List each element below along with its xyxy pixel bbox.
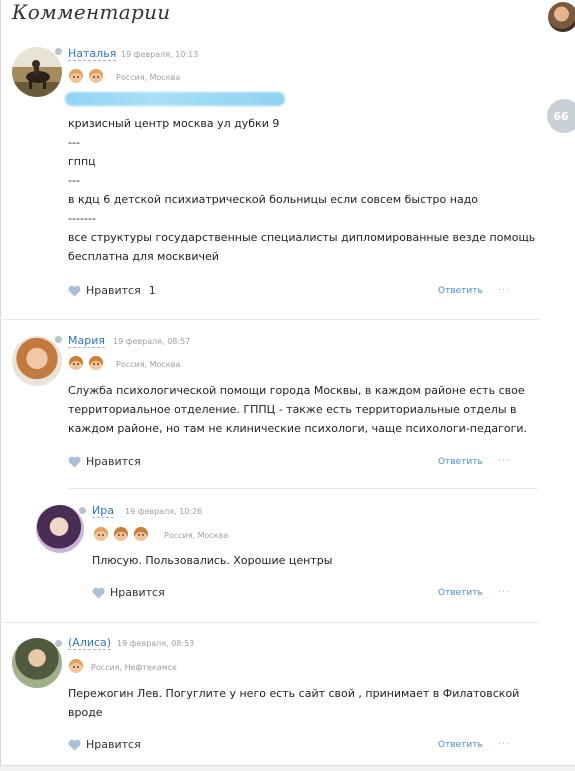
comment-date[interactable]: 19 февраля, 08:57 (113, 337, 190, 346)
reply-link[interactable]: Ответить (438, 286, 483, 296)
boy-face-icon (69, 356, 83, 370)
boy-face-icon (114, 527, 128, 541)
user-badges (94, 527, 148, 541)
divider (0, 622, 540, 623)
comment-line: все структуры государственные специалист… (68, 231, 536, 244)
girl-face-icon (89, 69, 103, 83)
comment-date[interactable]: 19 февраля, 08:53 (117, 639, 194, 648)
side-counter-badge[interactable]: 66 (547, 99, 575, 133)
comment-date[interactable]: 19 февраля, 10:26 (125, 507, 202, 516)
current-user-avatar[interactable] (548, 2, 575, 32)
user-badges (69, 356, 103, 370)
more-options-icon[interactable]: ··· (498, 739, 511, 750)
author-name[interactable]: (Алиса) (68, 636, 112, 650)
comment-line: Плюсую. Пользовались. Хорошие центры (92, 554, 333, 567)
reply-link[interactable]: Ответить (438, 740, 483, 750)
like-button[interactable]: Нравится 1 (68, 284, 156, 297)
author-name[interactable]: Наталья (68, 47, 117, 61)
like-button[interactable]: Нравится (68, 455, 141, 468)
user-location: Россия, Москва (116, 360, 181, 369)
user-location: Россия, Москва (164, 531, 229, 540)
avatar[interactable] (12, 336, 62, 386)
comment-text: кризисный центр москва ул дубки 9 --- гп… (68, 114, 535, 266)
status-dot (54, 639, 63, 648)
author-name[interactable]: Ира (92, 504, 114, 518)
comment-line: бесплатна для москвичей (68, 250, 219, 263)
divider (0, 319, 540, 320)
user-badges (69, 659, 83, 673)
like-button[interactable]: Нравится (68, 738, 141, 751)
comment-line: в кдц 6 детской психиатрической больницы… (68, 193, 479, 206)
girl-face-icon (69, 69, 83, 83)
comment-line: каждом районе, но там не клинические пси… (68, 422, 528, 435)
comment-line: территориальное отделение. ГППЦ - также … (68, 403, 517, 416)
redacted-link (65, 92, 285, 106)
comment-line: гппц (68, 155, 96, 168)
like-count: 1 (148, 284, 156, 297)
comment-line: вроде (68, 706, 103, 719)
author-name[interactable]: Мария (68, 334, 105, 348)
status-dot (78, 506, 87, 515)
comment-line: Служба психологической помощи города Мос… (68, 384, 525, 397)
divider (68, 488, 538, 489)
reply-link[interactable]: Ответить (438, 588, 483, 598)
window-bottom-edge (0, 765, 575, 771)
boy-face-icon (89, 356, 103, 370)
user-badges (69, 69, 103, 83)
like-label: Нравится (110, 586, 165, 599)
boy-face-icon (134, 527, 148, 541)
like-label: Нравится (86, 284, 141, 297)
like-label: Нравится (86, 455, 141, 468)
user-location: Россия, Нефтекамск (91, 663, 177, 672)
girl-face-icon (69, 659, 83, 673)
avatar[interactable] (36, 505, 84, 553)
comment-text: Пережогин Лев. Погуглите у него есть сай… (68, 684, 519, 722)
comment-line: ------- (68, 212, 96, 225)
like-label: Нравится (86, 738, 141, 751)
heart-icon (68, 739, 81, 751)
heart-icon (92, 587, 105, 599)
status-dot (54, 335, 63, 344)
reply-link[interactable]: Ответить (438, 457, 483, 467)
status-dot (54, 47, 63, 56)
page-title: Комментарии (12, 0, 171, 24)
like-button[interactable]: Нравится (92, 586, 165, 599)
more-options-icon[interactable]: ··· (498, 456, 511, 467)
comment-line: Пережогин Лев. Погуглите у него есть сай… (68, 687, 520, 700)
window-edge (0, 0, 1, 770)
user-location: Россия, Москва (116, 73, 181, 82)
girl-face-icon (94, 527, 108, 541)
comment-text: Служба психологической помощи города Мос… (68, 381, 527, 438)
more-options-icon[interactable]: ··· (498, 285, 511, 296)
comment-line: --- (68, 136, 80, 149)
comment-line: --- (68, 174, 80, 187)
comment-date[interactable]: 19 февраля, 10:13 (121, 50, 198, 59)
comment-text: Плюсую. Пользовались. Хорошие центры (92, 551, 332, 570)
heart-icon (68, 456, 81, 468)
comment-line: кризисный центр москва ул дубки 9 (68, 117, 280, 130)
heart-icon (68, 285, 81, 297)
more-options-icon[interactable]: ··· (498, 587, 511, 598)
